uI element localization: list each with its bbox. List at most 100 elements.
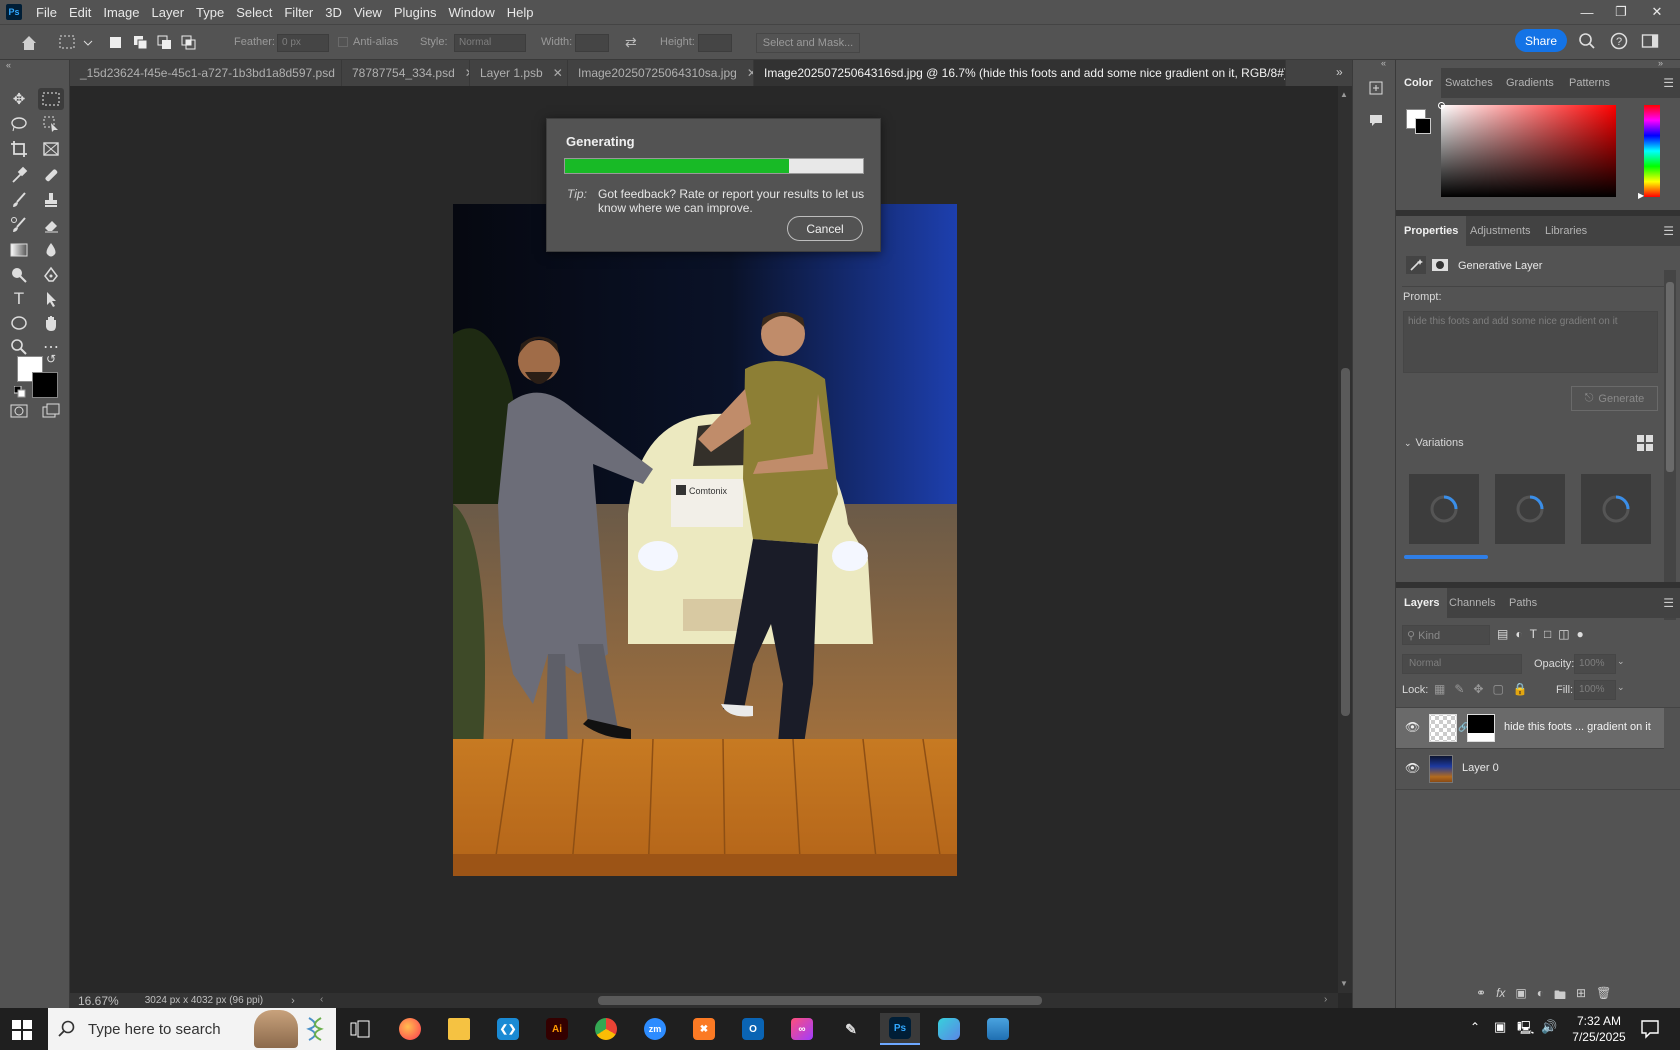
hand-tool-icon[interactable] [38,312,64,334]
screen-mode-icon[interactable] [38,400,64,422]
new-group-icon[interactable]: 🖿 [1554,986,1566,1002]
minimize-icon[interactable]: — [1570,0,1604,24]
help-icon[interactable]: ? [1610,32,1628,50]
comments-panel-icon[interactable] [1368,112,1384,128]
creative-cloud-icon[interactable]: ∞ [782,1013,822,1045]
tray-app-icon[interactable]: ▣ [1494,1019,1506,1035]
eye-icon[interactable]: 👁 [1405,761,1420,775]
share-button[interactable]: Share [1515,29,1567,52]
fill-dropdown-icon[interactable]: ⌄ [1617,682,1631,698]
gradient-tool-icon[interactable] [6,239,32,261]
marquee-preset-picker[interactable] [58,33,96,53]
crop-tool-icon[interactable] [6,138,32,160]
document-canvas-image[interactable]: Comtonix [453,204,957,876]
expand-panels-icon[interactable]: « [1381,58,1386,68]
color-picker-field[interactable] [1441,105,1616,197]
menu-file[interactable]: File [30,5,63,20]
generate-button[interactable]: ⎋ Generate [1571,386,1658,411]
hue-slider-marker[interactable]: ▶ [1638,191,1644,200]
pen-tool-icon[interactable] [38,264,64,286]
style-select[interactable]: Normal [454,34,526,52]
menu-3d[interactable]: 3D [319,5,348,20]
move-tool-icon[interactable]: ✥ [6,88,32,110]
dodge-tool-icon[interactable] [6,264,32,286]
properties-scrollbar[interactable] [1664,270,1676,620]
scroll-left-icon[interactable]: ‹ [320,994,323,1005]
add-mask-icon[interactable]: ▣ [1515,986,1526,1002]
vscode-icon[interactable]: ❮❯ [488,1013,528,1045]
rectangular-marquee-tool-icon[interactable] [38,88,64,110]
panel-menu-icon[interactable]: ☰ [1663,596,1674,610]
collapse-panels-icon[interactable]: » [1658,58,1663,68]
eyedropper-tool-icon[interactable] [6,164,32,186]
swap-colors-icon[interactable]: ↺ [46,352,56,366]
tab-paths[interactable]: Paths [1501,588,1545,618]
filter-toggle-icon[interactable]: ● [1577,627,1584,645]
hex-app-icon[interactable] [929,1013,969,1045]
smart-object-filter-icon[interactable]: ◫ [1558,627,1569,645]
menu-help[interactable]: Help [501,5,540,20]
opacity-dropdown-icon[interactable]: ⌄ [1617,656,1631,672]
variations-toggle[interactable]: ⌄ Variations [1404,437,1464,449]
task-view-icon[interactable] [340,1013,380,1045]
eye-icon[interactable]: 👁 [1405,720,1420,734]
select-and-mask-button[interactable]: Select and Mask... [756,33,860,53]
chrome-icon[interactable] [586,1013,626,1045]
ellipse-tool-icon[interactable] [6,312,32,334]
quick-mask-icon[interactable] [6,400,32,422]
lock-all-icon[interactable]: 🔒 [1513,682,1528,696]
show-hidden-icons[interactable]: ⌃ [1470,1020,1480,1034]
variation-thumbnail-2[interactable] [1495,474,1565,544]
selection-mode-buttons[interactable] [108,34,196,52]
cancel-button[interactable]: Cancel [787,216,863,241]
search-icon[interactable] [1578,32,1596,50]
tab-patterns[interactable]: Patterns [1561,68,1618,98]
history-panel-icon[interactable] [1368,80,1384,96]
variation-thumbnail-1[interactable] [1409,474,1479,544]
tab-swatches[interactable]: Swatches [1437,68,1501,98]
home-icon[interactable] [18,32,40,54]
vertical-scroll-thumb[interactable] [1341,368,1350,716]
adjustment-layer-icon[interactable]: ◐ [1537,986,1544,1002]
history-brush-icon[interactable] [6,214,32,236]
xampp-icon[interactable]: ✖ [684,1013,724,1045]
tab-channels[interactable]: Channels [1441,588,1503,618]
tab-document-4[interactable]: Image20250725064310sa.jpg ✕ [568,60,754,86]
lock-position-icon[interactable]: ✥ [1473,682,1483,696]
horizontal-scroll-thumb[interactable] [598,996,1042,1005]
blur-tool-icon[interactable] [38,239,64,261]
prompt-textarea[interactable]: hide this foots and add some nice gradie… [1403,311,1658,373]
blend-mode-select[interactable]: Normal [1402,654,1522,674]
tab-document-2[interactable]: 78787754_334.psd✕ [342,60,470,86]
restore-icon[interactable]: ❐ [1604,0,1638,24]
layer-name[interactable]: Layer 0 [1462,762,1499,774]
outlook-icon[interactable]: O [733,1013,773,1045]
eraser-tool-icon[interactable] [38,214,64,236]
workspace-icon[interactable] [1641,32,1659,50]
layer-row-layer-0[interactable]: 👁 Layer 0 [1396,749,1664,789]
width-input[interactable] [575,34,609,52]
illustrator-icon[interactable]: Ai [537,1013,577,1045]
path-selection-tool-icon[interactable] [38,288,64,310]
tab-gradients[interactable]: Gradients [1498,68,1562,98]
trash-icon[interactable]: 🗑 [1596,986,1611,1002]
photos-icon[interactable] [978,1013,1018,1045]
menu-image[interactable]: Image [97,5,145,20]
frame-tool-icon[interactable] [38,138,64,160]
notifications-icon[interactable] [1640,1019,1660,1039]
vertical-scrollbar[interactable]: ▲ ▼ [1338,86,1352,993]
tab-document-1[interactable]: _15d23624-f45e-45c1-a727-1b3bd1a8d597.ps… [70,60,342,86]
more-tabs-icon[interactable]: » [1336,65,1343,79]
zoom-level[interactable]: 16.67% [78,994,119,1008]
shape-filter-icon[interactable]: □ [1544,627,1551,645]
opacity-input[interactable]: 100% [1574,654,1616,674]
scroll-down-icon[interactable]: ▼ [1340,979,1348,988]
fx-icon[interactable]: fx [1496,986,1505,1002]
scroll-right-icon[interactable]: › [1324,994,1327,1005]
menu-view[interactable]: View [348,5,388,20]
brush-tool-icon[interactable] [6,189,32,211]
grid-view-icon[interactable] [1637,435,1653,451]
panel-menu-icon[interactable]: ☰ [1663,76,1674,90]
lock-pixels-icon[interactable]: ✎ [1454,682,1464,696]
height-input[interactable] [698,34,732,52]
